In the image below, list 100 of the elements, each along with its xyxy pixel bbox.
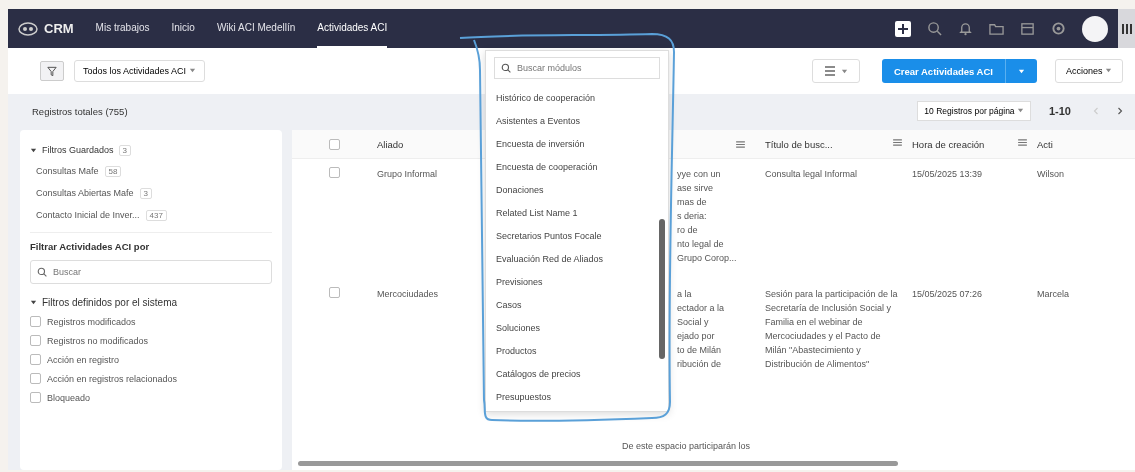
table-cell-text: to de Milán xyxy=(677,344,722,357)
count-badge: 3 xyxy=(118,144,131,156)
column-menu-icon[interactable] xyxy=(736,140,745,148)
filter-icon xyxy=(47,65,57,77)
column-menu-icon[interactable] xyxy=(893,138,902,146)
table-cell-text: 15/05/2025 07:26 xyxy=(912,288,983,301)
filter-button[interactable] xyxy=(40,61,64,81)
view-dropdown[interactable]: Todos los Actividades ACI xyxy=(74,60,205,82)
table-cell-text: ejado por xyxy=(677,330,715,343)
module-search-field[interactable]: Buscar módulos xyxy=(494,57,660,79)
menu-item[interactable]: Related List Name 1 xyxy=(494,202,660,225)
checkbox[interactable] xyxy=(30,354,41,365)
logo-icon xyxy=(18,21,38,36)
saved-filter-link[interactable]: Contacto Inicial de Inver... xyxy=(36,210,140,220)
search-icon[interactable] xyxy=(927,21,942,36)
search-icon xyxy=(37,267,47,277)
table-cell-text: a la xyxy=(677,288,692,301)
actions-dropdown[interactable]: Acciones xyxy=(1054,59,1123,83)
add-icon[interactable] xyxy=(895,20,911,37)
menu-item[interactable]: Asistentes a Eventos xyxy=(494,110,660,133)
table-cell-text: Social y xyxy=(677,316,709,329)
caret-icon xyxy=(1105,67,1112,74)
menu-item[interactable]: Histórico de cooperación xyxy=(494,87,660,110)
checkbox-label: Acción en registro xyxy=(47,354,120,365)
table-cell: De este espacio participarán los xyxy=(622,441,751,451)
menu-item[interactable]: Soluciones xyxy=(494,317,660,340)
checkbox-label: Bloqueado xyxy=(47,392,91,403)
column-header[interactable]: Hora de creación xyxy=(912,138,985,150)
nav-tab[interactable]: Wiki ACI Medellín xyxy=(216,9,296,48)
section-title: Filtros definidos por el sistema xyxy=(42,296,178,308)
app-logo: CRM xyxy=(44,21,74,36)
table-cell-text: ase sirve xyxy=(677,182,713,195)
caret-icon xyxy=(840,67,848,75)
column-header[interactable]: Título de busc... xyxy=(765,138,833,150)
nav-tab[interactable]: Mis trabajos xyxy=(95,9,150,48)
table-cell-text: Grupo Corop... xyxy=(677,252,737,265)
search-field[interactable]: Buscar xyxy=(30,260,272,284)
chevron-left-icon xyxy=(1093,106,1099,115)
section-title: Filtrar Actividades ACI por xyxy=(30,241,151,252)
column-menu-icon[interactable] xyxy=(1018,138,1027,146)
table-cell-text: ectador a la xyxy=(677,302,725,315)
checkbox[interactable] xyxy=(30,373,41,384)
menu-item[interactable]: Encuesta de inversión xyxy=(494,133,660,156)
table-cell: Consulta legal Informal xyxy=(765,169,858,179)
collapse-icon[interactable] xyxy=(30,298,37,306)
row-checkbox[interactable] xyxy=(329,287,340,298)
bell-icon[interactable] xyxy=(958,21,973,36)
checkbox[interactable] xyxy=(30,392,41,403)
page-size-dropdown[interactable]: 10 Registros por página xyxy=(917,101,1031,121)
records-total: Registros totales (755) xyxy=(32,105,128,117)
checkbox-label: Registros modificados xyxy=(47,316,136,327)
table-cell: Sesión para la participación de la Secretaría de Inclusión Social y Familia en el webinar de Mercociudades y el Pacto de Milán "Abastecimiento y Distribución de Alimentos" xyxy=(765,289,898,369)
caret-icon xyxy=(1017,67,1025,75)
column-header[interactable]: Acti xyxy=(1037,138,1053,150)
count-badge: 437 xyxy=(145,209,167,221)
caret-icon xyxy=(188,67,196,74)
chevron-right-icon xyxy=(1117,106,1123,115)
checkbox-label: Registros no modificados xyxy=(47,335,149,346)
nav-tab[interactable]: Inicio xyxy=(171,9,195,48)
table-cell-text: ro de xyxy=(677,224,698,237)
count-badge: 3 xyxy=(139,187,152,199)
page-range: 1-10 xyxy=(1048,105,1071,117)
table-cell-text: 15/05/2025 13:39 xyxy=(912,168,983,181)
menu-item[interactable]: Evaluación Red de Aliados xyxy=(494,248,660,271)
menu-item[interactable]: Catálogos de precios xyxy=(494,363,660,386)
select-all-checkbox[interactable] xyxy=(329,138,340,150)
table-cell-text: yye con un xyxy=(677,168,721,181)
table-cell: Wilson xyxy=(1037,169,1064,179)
checkbox[interactable] xyxy=(30,335,41,346)
menu-item[interactable]: Productos xyxy=(494,340,660,363)
avatar-icon[interactable] xyxy=(1082,15,1108,42)
calendar-icon[interactable] xyxy=(1020,21,1035,36)
menu-item[interactable]: Casos xyxy=(494,294,660,317)
checkbox[interactable] xyxy=(30,316,41,327)
menu-item[interactable]: Secretarios Puntos Focale xyxy=(494,225,660,248)
view-toggle-button[interactable] xyxy=(811,59,860,83)
checkbox-label: Acción en registros relacionados xyxy=(47,373,178,384)
apps-icon[interactable] xyxy=(1120,22,1133,35)
saved-filter-link[interactable]: Consultas Mafe xyxy=(36,166,99,176)
list-icon xyxy=(823,65,836,77)
menu-item[interactable]: Encuesta de cooperación xyxy=(494,156,660,179)
folder-icon[interactable] xyxy=(989,21,1004,36)
count-badge: 58 xyxy=(104,165,122,177)
column-header[interactable]: Aliado xyxy=(377,138,404,150)
search-icon xyxy=(501,63,511,73)
row-checkbox[interactable] xyxy=(329,167,340,178)
table-cell-text: mas de xyxy=(677,196,707,209)
section-title: Filtros Guardados xyxy=(42,145,114,155)
caret-icon xyxy=(1016,107,1024,114)
menu-item[interactable]: Presupuestos xyxy=(494,386,660,405)
menu-item[interactable]: Donaciones xyxy=(494,179,660,202)
menu-item[interactable]: Previsiones xyxy=(494,271,660,294)
table-cell-text: s deria: xyxy=(677,210,707,223)
saved-filter-link[interactable]: Consultas Abiertas Mafe xyxy=(36,188,134,198)
table-cell-text: nto legal de xyxy=(677,238,724,251)
table-cell: Mercociudades xyxy=(377,289,439,299)
settings-icon[interactable] xyxy=(1051,21,1066,36)
table-cell: Marcela xyxy=(1037,289,1069,299)
table-cell-text: ribución de xyxy=(677,358,722,371)
collapse-icon[interactable] xyxy=(30,146,37,154)
